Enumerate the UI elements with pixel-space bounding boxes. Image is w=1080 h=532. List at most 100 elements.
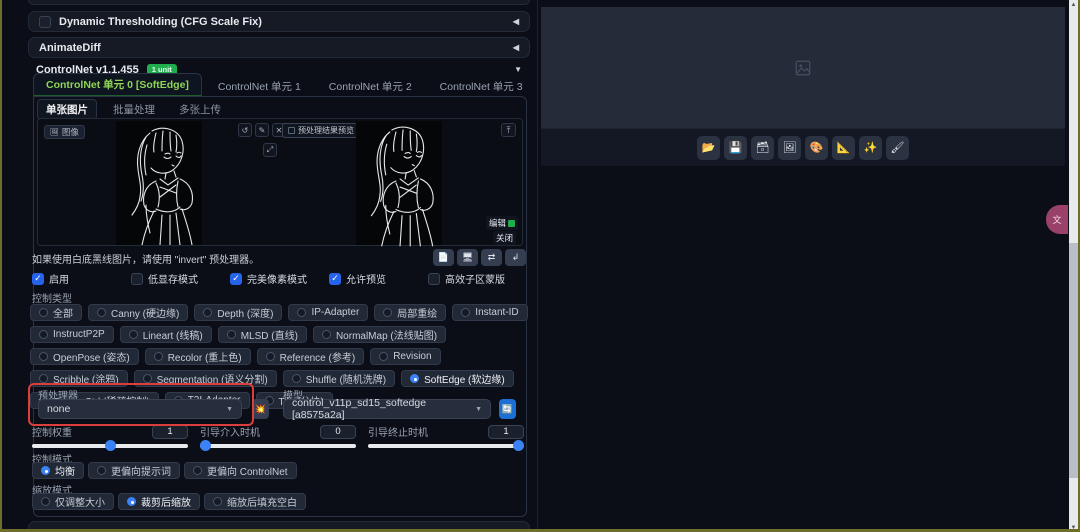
option-checkbox[interactable]: 低显存模式 bbox=[131, 271, 230, 286]
radio-option[interactable]: NormalMap (法线贴图) bbox=[313, 326, 446, 343]
send-to-img2img-button[interactable]: 🖼 bbox=[778, 136, 801, 160]
canvas-tool-buttons: 📄🖥⇄↲ bbox=[433, 249, 526, 266]
undo-button[interactable]: ↺ bbox=[238, 123, 252, 137]
edit-button[interactable]: ✎ bbox=[255, 123, 269, 137]
radio-option[interactable]: 裁剪后缩放 bbox=[118, 493, 200, 510]
radio-option[interactable]: Depth (深度) bbox=[194, 304, 282, 321]
radio-option[interactable]: 仅调整大小 bbox=[32, 493, 114, 510]
radio-option[interactable]: OpenPose (姿态) bbox=[30, 348, 139, 365]
checkbox[interactable] bbox=[230, 273, 242, 285]
open-folder-button[interactable]: 📂 bbox=[697, 136, 720, 160]
controlnet-unit-tab[interactable]: ControlNet 单元 3 bbox=[428, 76, 535, 97]
radio-option[interactable]: Reference (参考) bbox=[257, 348, 365, 365]
radio-option[interactable]: 更偏向提示词 bbox=[88, 462, 180, 479]
collapse-arrow-icon[interactable]: ◀ bbox=[513, 17, 519, 26]
slider-track[interactable] bbox=[368, 444, 524, 448]
checkbox[interactable] bbox=[32, 273, 44, 285]
preprocessor-dropdown[interactable]: none ▼ bbox=[38, 399, 242, 419]
slider-track[interactable] bbox=[200, 444, 356, 448]
control-mode-options: 均衡 更偏向提示词 更偏向 ControlNet bbox=[32, 462, 297, 479]
accordion-dynamic-thresholding[interactable]: Dynamic Thresholding (CFG Scale Fix) ◀ bbox=[28, 11, 530, 32]
checkbox[interactable] bbox=[329, 273, 341, 285]
refresh-models-button[interactable]: 🔄 bbox=[499, 399, 516, 419]
model-dropdown[interactable]: control_v11p_sd15_softedge [a8575a2a] ▼ bbox=[283, 399, 491, 419]
accordion-animatediff[interactable]: AnimateDiff ◀ bbox=[28, 37, 530, 58]
send-to-extras-button[interactable]: 📐 bbox=[832, 136, 855, 160]
dynamic-thresholding-checkbox[interactable] bbox=[39, 16, 51, 28]
scrollbar-thumb[interactable] bbox=[1069, 243, 1078, 478]
radio-icon bbox=[39, 308, 48, 317]
slider-track[interactable] bbox=[32, 444, 188, 448]
checkbox[interactable] bbox=[131, 273, 143, 285]
radio-option[interactable]: 缩放后填充空白 bbox=[204, 493, 306, 510]
new-canvas-button[interactable]: 📄 bbox=[433, 249, 454, 266]
preview-edit-button[interactable]: 编辑 bbox=[486, 216, 518, 230]
sparkles-button[interactable]: ✨ bbox=[859, 136, 882, 160]
radio-icon bbox=[227, 330, 236, 339]
floating-panel-handle[interactable]: 文 bbox=[1046, 205, 1068, 234]
slider-group: 控制权重 1 bbox=[32, 424, 188, 448]
radio-option[interactable]: 全部 bbox=[30, 304, 82, 321]
image-source-tab[interactable]: 批量处理 bbox=[105, 100, 163, 119]
image-source-tab[interactable]: 单张图片 bbox=[37, 99, 97, 120]
run-preprocessor-button[interactable]: 💥 bbox=[252, 399, 269, 419]
preview-close-button[interactable]: 关闭 bbox=[493, 231, 516, 245]
radio-option[interactable]: 局部重绘 bbox=[374, 304, 446, 321]
window-border-left bbox=[0, 0, 2, 532]
radio-icon bbox=[379, 352, 388, 361]
radio-option[interactable]: Recolor (重上色) bbox=[145, 348, 251, 365]
send-to-inpaint-button[interactable]: 🎨 bbox=[805, 136, 828, 160]
radio-icon bbox=[292, 374, 301, 383]
radio-option[interactable]: SoftEdge (软边缘) bbox=[401, 370, 514, 387]
radio-option[interactable]: Instant-ID bbox=[452, 304, 527, 321]
radio-option[interactable]: Revision bbox=[370, 348, 440, 365]
upload-image-button[interactable]: ⤒ bbox=[501, 123, 516, 137]
brush-button[interactable]: 🖌 bbox=[886, 136, 909, 160]
slider-value-input[interactable]: 0 bbox=[320, 425, 356, 439]
slider-value-input[interactable]: 1 bbox=[152, 425, 188, 439]
radio-option[interactable]: InstructP2P bbox=[30, 326, 114, 343]
controlnet-unit-tab[interactable]: ControlNet 单元 0 [SoftEdge] bbox=[33, 73, 202, 97]
radio-option[interactable]: 更偏向 ControlNet bbox=[184, 462, 297, 479]
slider-thumb[interactable] bbox=[200, 440, 211, 451]
radio-option[interactable]: Scribble (涂鸦) bbox=[30, 370, 128, 387]
option-checkbox[interactable]: 完美像素模式 bbox=[230, 271, 329, 286]
webcam-button[interactable]: 🖥 bbox=[457, 249, 478, 266]
slider-thumb[interactable] bbox=[513, 440, 524, 451]
controlnet-image-area[interactable]: 🖼 图像 ↺✎✕ ⤢ 预处理结果预览 ⤒ 编辑 关闭 bbox=[37, 118, 523, 246]
checkbox[interactable] bbox=[428, 273, 440, 285]
controlnet-unit-tab[interactable]: ControlNet 单元 1 bbox=[206, 76, 313, 97]
save-zip-button[interactable]: 🗃 bbox=[751, 136, 774, 160]
radio-option[interactable]: Lineart (线稿) bbox=[120, 326, 212, 343]
image-source-tabs: 单张图片批量处理多张上传 bbox=[37, 100, 229, 118]
radio-icon bbox=[322, 330, 331, 339]
send-dimensions-button[interactable]: ↲ bbox=[505, 249, 526, 266]
expand-button[interactable]: ⤢ bbox=[263, 143, 277, 157]
save-image-button[interactable]: 💾 bbox=[724, 136, 747, 160]
slider-value-input[interactable]: 1 bbox=[488, 425, 524, 439]
option-checkbox[interactable]: 启用 bbox=[32, 271, 131, 286]
option-checkbox[interactable]: 允许预览 bbox=[329, 271, 428, 286]
radio-option[interactable]: 均衡 bbox=[32, 462, 84, 479]
radio-icon bbox=[383, 308, 392, 317]
scrollbar-up-arrow[interactable]: ▲ bbox=[1069, 0, 1078, 9]
animatediff-label: AnimateDiff bbox=[39, 42, 101, 54]
radio-option[interactable]: Shuffle (随机洗牌) bbox=[283, 370, 395, 387]
radio-icon bbox=[203, 308, 212, 317]
slider-thumb[interactable] bbox=[105, 440, 116, 451]
collapse-arrow-icon[interactable]: ▼ bbox=[514, 65, 522, 74]
radio-option[interactable]: MLSD (直线) bbox=[218, 326, 307, 343]
preview-result-button[interactable]: 预处理结果预览 bbox=[282, 123, 360, 138]
controlnet-unit-tab[interactable]: ControlNet 单元 2 bbox=[317, 76, 424, 97]
option-checkbox[interactable]: 高效子区蒙版 bbox=[428, 271, 527, 286]
radio-option[interactable]: IP-Adapter bbox=[288, 304, 368, 321]
slider-group: 引导终止时机 1 bbox=[368, 424, 524, 448]
control-type-label: 控制类型 bbox=[32, 290, 72, 305]
radio-icon bbox=[41, 466, 50, 475]
collapse-arrow-icon[interactable]: ◀ bbox=[513, 43, 519, 52]
radio-option[interactable]: Canny (硬边缘) bbox=[88, 304, 188, 321]
mirror-webcam-button[interactable]: ⇄ bbox=[481, 249, 502, 266]
image-source-tab[interactable]: 多张上传 bbox=[171, 100, 229, 119]
collapsed-accordion-partial bbox=[28, 0, 530, 5]
radio-option[interactable]: Segmentation (语义分割) bbox=[134, 370, 277, 387]
